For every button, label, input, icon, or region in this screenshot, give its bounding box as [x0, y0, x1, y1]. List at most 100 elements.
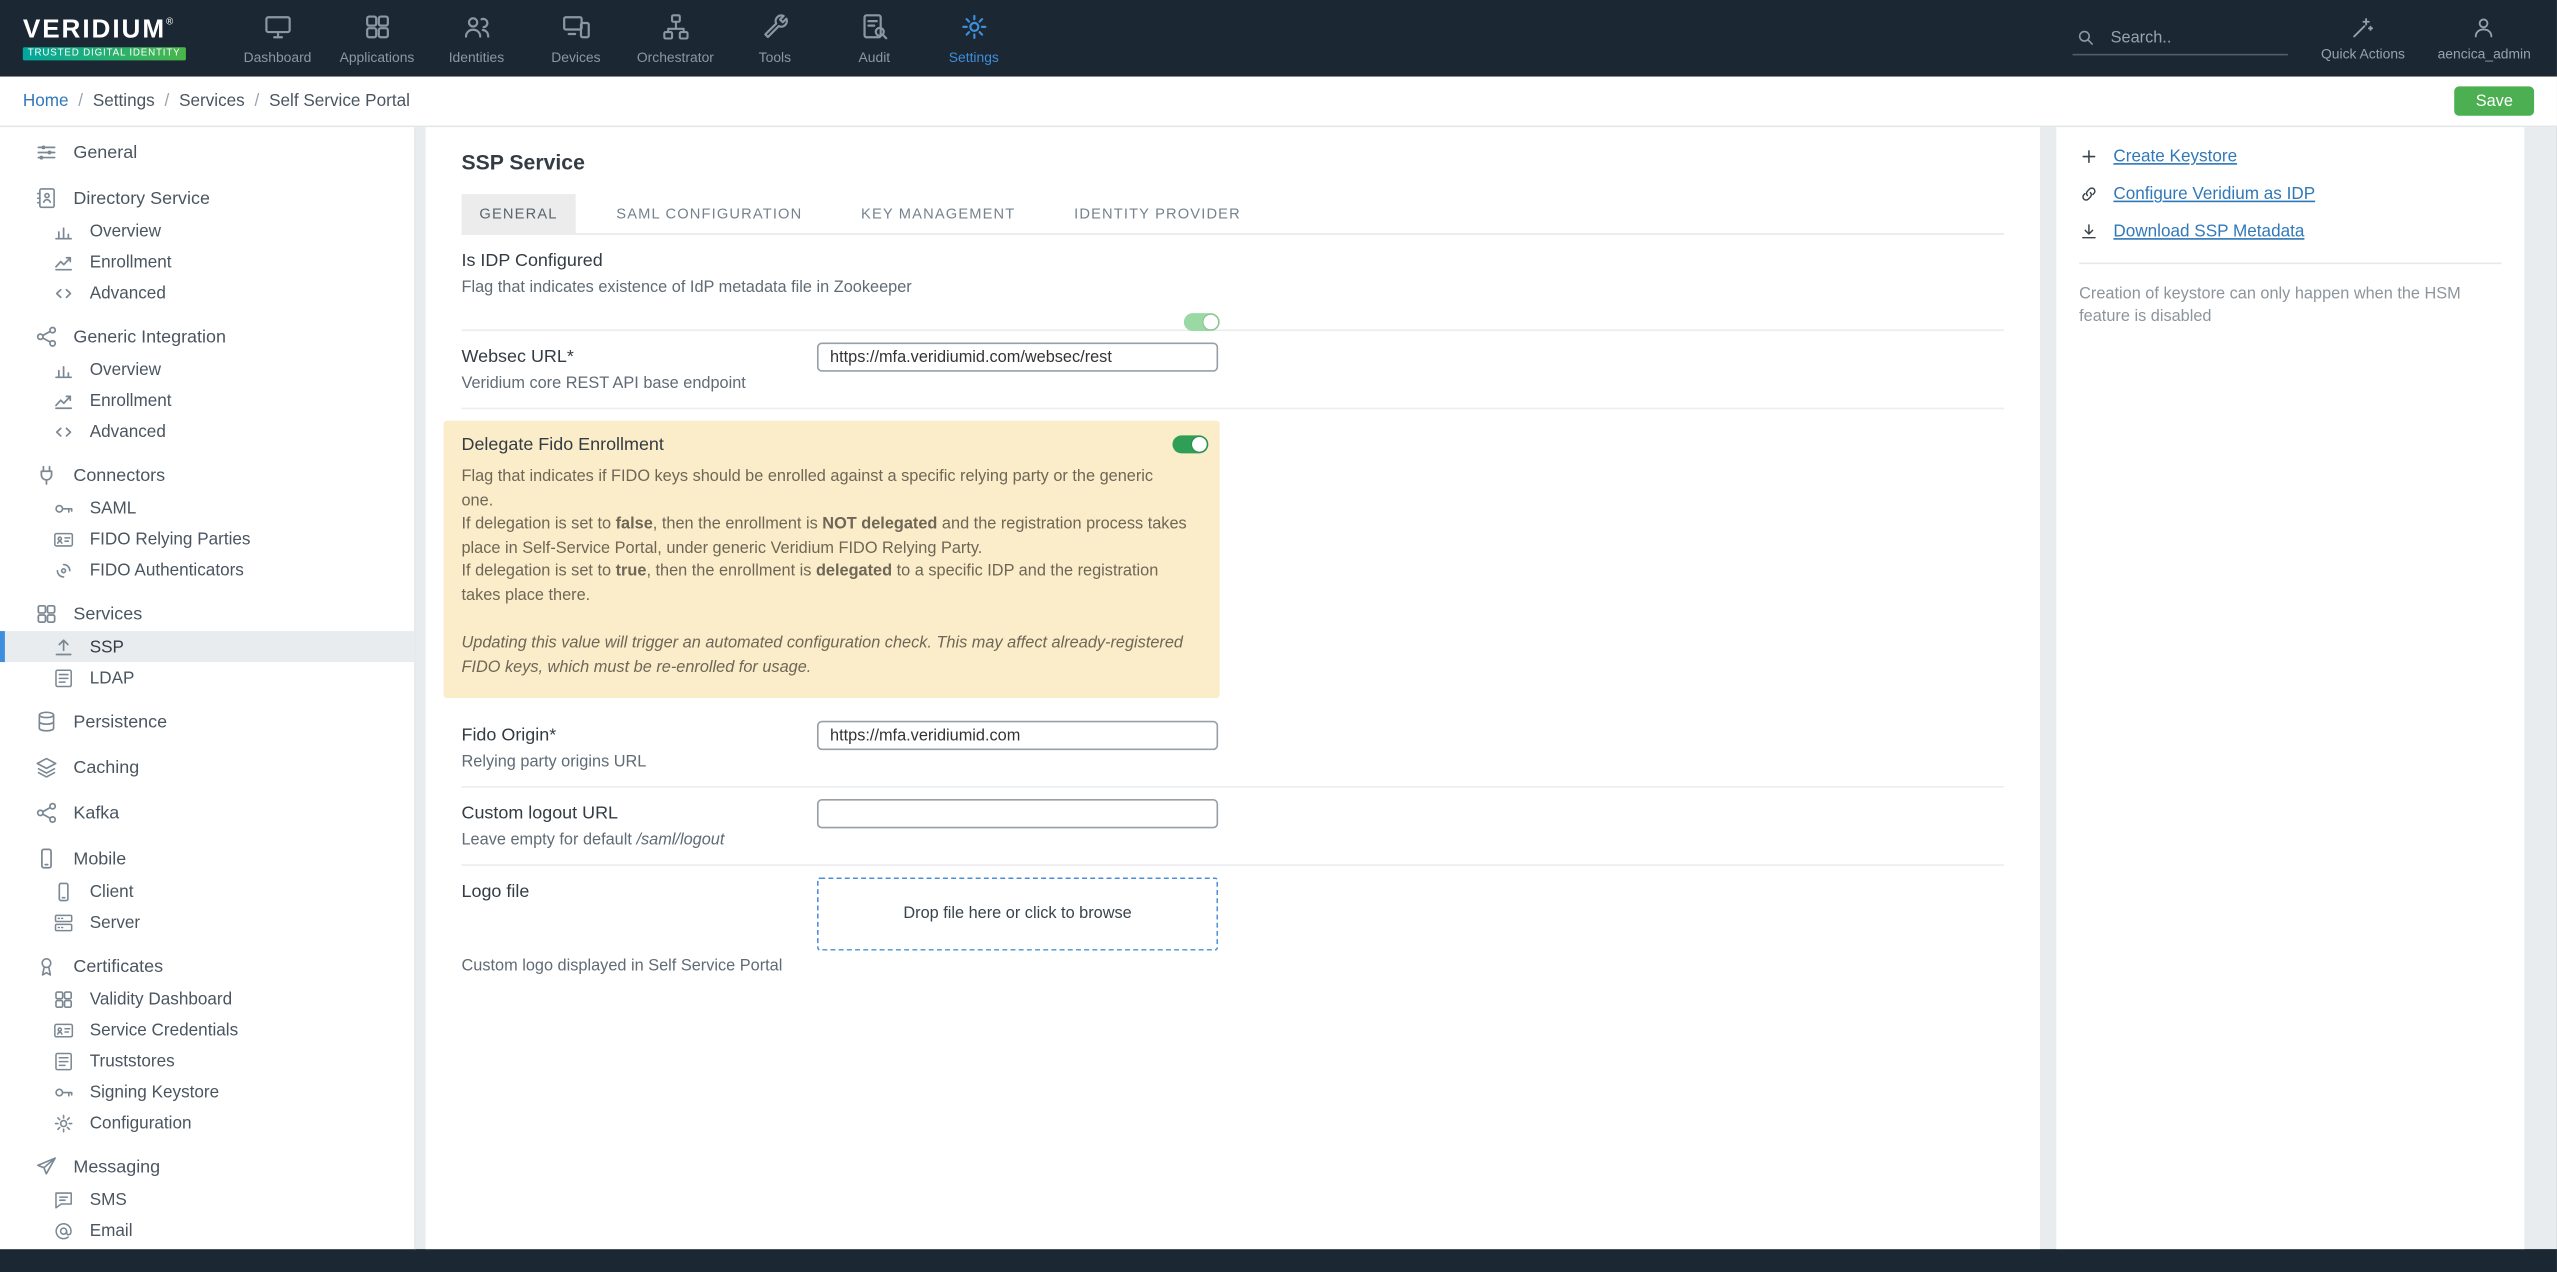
sidebar-item-email[interactable]: Email — [0, 1215, 414, 1246]
sidebar-item-mobile[interactable]: Mobile — [0, 841, 414, 875]
tab-identity-provider[interactable]: IDENTITY PROVIDER — [1056, 194, 1259, 233]
sidebar-item-mobile-client[interactable]: Client — [0, 876, 414, 907]
sidebar-item-generic-advanced[interactable]: Advanced — [0, 416, 414, 447]
sidebar-item-label: Services — [73, 604, 143, 624]
user-menu[interactable]: aencica_admin — [2438, 15, 2531, 62]
delegate-fido-enrollment-panel: Delegate Fido Enrollment Flag that indic… — [443, 420, 1220, 698]
nav-identities[interactable]: Identities — [427, 0, 526, 77]
plus-icon — [2079, 147, 2099, 167]
certificate-icon — [34, 954, 58, 978]
download-ssp-metadata-link[interactable]: Download SSP Metadata — [2079, 222, 2501, 241]
upload-icon — [52, 635, 75, 658]
sidebar-item-ldap[interactable]: LDAP — [0, 662, 414, 693]
sidebar-item-generic-overview[interactable]: Overview — [0, 354, 414, 385]
sidebar-item-kafka[interactable]: Kafka — [0, 796, 414, 830]
nav-audit[interactable]: Audit — [825, 0, 924, 77]
sidebar-item-label: Certificates — [73, 956, 164, 976]
sidebar-item-label: Mobile — [73, 848, 127, 869]
sidebar-item-directory-enrollment[interactable]: Enrollment — [0, 246, 414, 277]
user-icon — [2471, 15, 2497, 41]
sidebar-item-fido-relying-parties[interactable]: FIDO Relying Parties — [0, 523, 414, 554]
sidebar-item-saml[interactable]: SAML — [0, 492, 414, 523]
quick-actions-button[interactable]: Quick Actions — [2321, 15, 2405, 62]
sidebar-item-signing-keystore[interactable]: Signing Keystore — [0, 1076, 414, 1107]
settings-sidebar: General Directory Service Overview Enrol… — [0, 127, 416, 1250]
sidebar-item-directory-advanced[interactable]: Advanced — [0, 277, 414, 308]
sidebar-item-label: SMS — [89, 1189, 127, 1210]
field-label: Is IDP Configured — [461, 251, 603, 271]
field-logo-file: Logo file Drop file here or click to bro… — [461, 866, 2004, 990]
sidebar-item-mobile-server[interactable]: Server — [0, 907, 414, 938]
nav-dashboard[interactable]: Dashboard — [228, 0, 327, 77]
fido-origin-input[interactable] — [816, 720, 1219, 751]
sidebar-item-validity-dashboard[interactable]: Validity Dashboard — [0, 983, 414, 1014]
field-description: Custom logo displayed in Self Service Po… — [461, 957, 783, 976]
audit-icon — [859, 11, 890, 42]
devices-icon — [560, 11, 591, 42]
nav-applications[interactable]: Applications — [327, 0, 426, 77]
gear-icon — [958, 11, 989, 42]
sidebar-item-connectors[interactable]: Connectors — [0, 458, 414, 492]
websec-url-input[interactable] — [816, 342, 1219, 372]
sidebar-item-label: Enrollment — [89, 390, 172, 411]
breadcrumb-current: Self Service Portal — [269, 91, 410, 111]
sidebar-item-configuration[interactable]: Configuration — [0, 1107, 414, 1138]
sidebar-item-directory-overview[interactable]: Overview — [0, 215, 414, 246]
address-book-icon — [34, 186, 58, 210]
brand-logo[interactable]: VERIDIUM® TRUSTED DIGITAL IDENTITY — [22, 0, 186, 77]
breadcrumb-settings[interactable]: Settings — [93, 91, 155, 111]
is-idp-configured-toggle[interactable] — [1183, 313, 1220, 332]
sidebar-item-label: Advanced — [89, 421, 166, 442]
sidebar-item-truststores[interactable]: Truststores — [0, 1045, 414, 1076]
field-custom-logout-url: Custom logout URL Leave empty for defaul… — [461, 788, 2005, 866]
sidebar-item-certificates[interactable]: Certificates — [0, 949, 414, 983]
field-description: Flag that indicates existence of IdP met… — [461, 278, 912, 297]
sidebar-item-generic-enrollment[interactable]: Enrollment — [0, 385, 414, 416]
create-keystore-link[interactable]: Create Keystore — [2079, 147, 2501, 167]
custom-logout-url-input[interactable] — [816, 799, 1219, 829]
delegate-fido-description: If delegation is set to true, then the e… — [461, 562, 1159, 605]
save-button[interactable]: Save — [2454, 86, 2535, 116]
breadcrumb-home[interactable]: Home — [23, 91, 69, 111]
sidebar-item-label: Kafka — [73, 803, 120, 823]
phone-icon — [52, 880, 75, 903]
sidebar-item-label: Server — [89, 912, 141, 932]
field-description: Veridium core REST API base endpoint — [461, 375, 746, 393]
username: aencica_admin — [2437, 45, 2531, 62]
sidebar-item-label: Caching — [73, 757, 140, 778]
sidebar-item-service-credentials[interactable]: Service Credentials — [0, 1014, 414, 1045]
nav-label: Identities — [448, 48, 505, 66]
page-title: SSP Service — [461, 150, 585, 175]
phone-icon — [34, 846, 58, 870]
configure-veridium-idp-link[interactable]: Configure Veridium as IDP — [2079, 184, 2501, 204]
breadcrumb-separator: / — [164, 91, 170, 111]
logo-dropzone[interactable]: Drop file here or click to browse — [816, 877, 1219, 951]
sidebar-item-general[interactable]: General — [0, 135, 414, 169]
sidebar-item-services[interactable]: Services — [0, 597, 414, 631]
nav-settings[interactable]: Settings — [924, 0, 1023, 77]
sidebar-item-label: SAML — [89, 498, 137, 518]
sidebar-item-caching[interactable]: Caching — [0, 750, 414, 784]
nav-devices[interactable]: Devices — [526, 0, 625, 77]
sidebar-item-fido-authenticators[interactable]: FIDO Authenticators — [0, 554, 414, 585]
content-area: General Directory Service Overview Enrol… — [0, 127, 2557, 1250]
delegate-fido-enrollment-toggle[interactable] — [1172, 435, 1209, 454]
nav-orchestrator[interactable]: Orchestrator — [626, 0, 725, 77]
grid-icon — [361, 11, 392, 42]
sidebar-item-sms[interactable]: SMS — [0, 1184, 414, 1215]
sidebar-item-persistence[interactable]: Persistence — [0, 704, 414, 738]
sidebar-item-generic-integration[interactable]: Generic Integration — [0, 320, 414, 354]
server-icon — [52, 911, 75, 934]
flow-icon — [660, 11, 691, 42]
sidebar-item-directory-service[interactable]: Directory Service — [0, 181, 414, 215]
tab-saml-configuration[interactable]: SAML CONFIGURATION — [598, 194, 820, 233]
tab-key-management[interactable]: KEY MANAGEMENT — [843, 194, 1033, 233]
sidebar-item-ssp[interactable]: SSP — [0, 631, 415, 663]
sliders-icon — [34, 140, 58, 164]
keystore-actions-panel: Create Keystore Configure Veridium as ID… — [2056, 127, 2525, 1250]
search-input[interactable] — [2107, 26, 2286, 49]
sidebar-item-messaging[interactable]: Messaging — [0, 1150, 414, 1184]
tab-general[interactable]: GENERAL — [461, 194, 576, 234]
nav-tools[interactable]: Tools — [725, 0, 824, 77]
breadcrumb-services[interactable]: Services — [179, 91, 245, 111]
